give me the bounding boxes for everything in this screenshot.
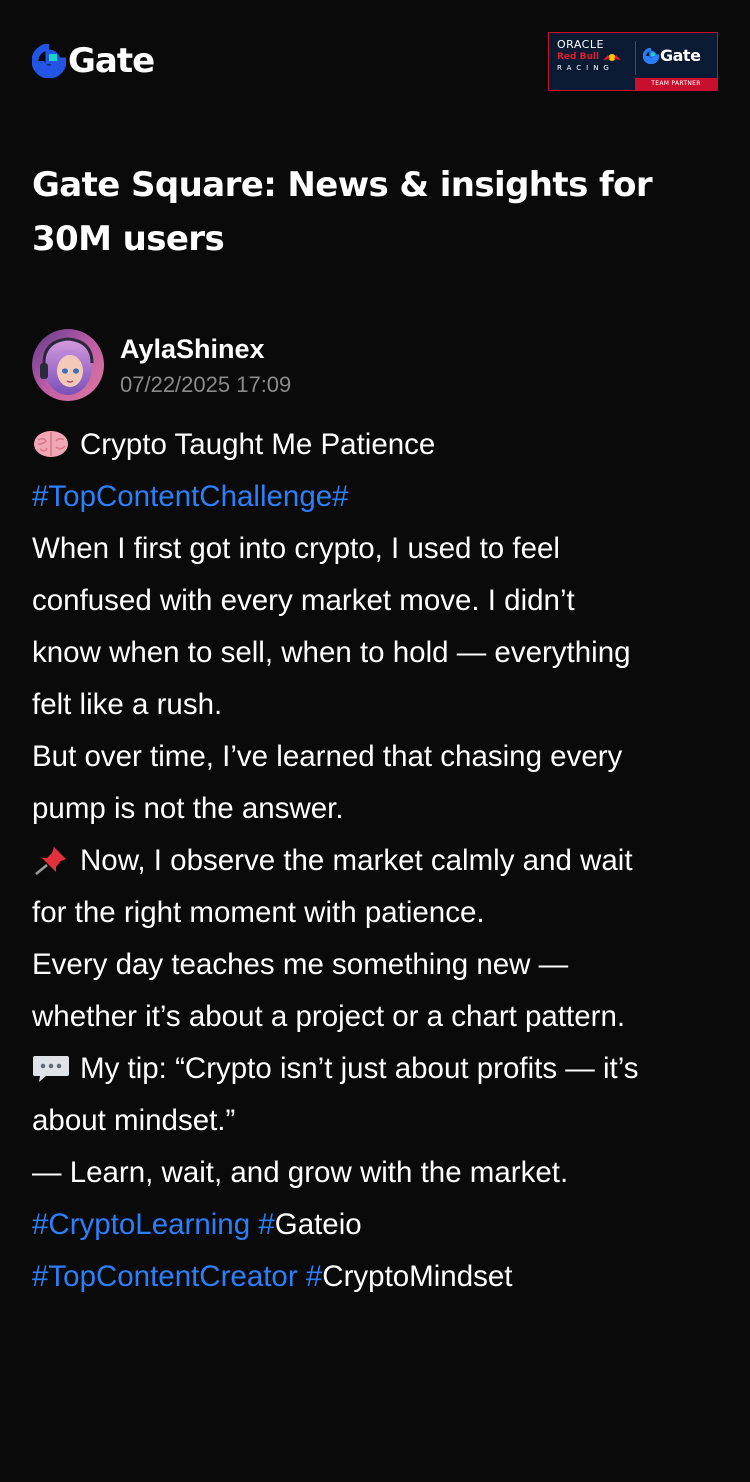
post-author[interactable]: AylaShinex 07/22/2025 17:09 <box>32 328 291 402</box>
speech-balloon-icon <box>32 1053 70 1083</box>
post-line: Every day teaches me something new — <box>32 948 569 981</box>
post-line: for the right moment with patience. <box>32 896 485 929</box>
avatar-image <box>32 329 104 401</box>
author-name[interactable]: AylaShinex <box>120 331 291 367</box>
team-partner-caption: TEAM PARTNER <box>635 78 717 90</box>
post-line: felt like a rush. <box>32 688 223 721</box>
partner-brand: Gate <box>660 46 701 65</box>
post-line: When I first got into crypto, I used to … <box>32 532 560 565</box>
partner-line3: RACING <box>557 64 614 72</box>
bull-icon <box>603 53 622 61</box>
post-line: But over time, I’ve learned that chasing… <box>32 740 623 773</box>
gate-small-icon <box>643 47 659 64</box>
post-line: pump is not the answer. <box>32 792 344 825</box>
post-line: — Learn, wait, and grow with the market. <box>32 1156 569 1189</box>
post-line-text: My tip: “Crypto isn’t just about profits… <box>80 1052 639 1085</box>
page-title: Gate Square: News & insights for 30M use… <box>32 165 653 259</box>
hashtag-cryptolearning[interactable]: #CryptoLearning <box>32 1208 250 1241</box>
hashtag-symbol: # <box>258 1208 275 1241</box>
post-line: about mindset.” <box>32 1104 236 1137</box>
post-line: Now, I observe the market calmly and wai… <box>32 835 722 887</box>
hashtag-word: CryptoMindset <box>322 1260 513 1293</box>
partner-line2: Red Bull <box>557 52 600 62</box>
avatar[interactable] <box>32 329 104 401</box>
partner-line1: ORACLE <box>557 38 604 51</box>
hashtag-row: #CryptoLearning #Gateio <box>32 1199 722 1251</box>
hashtag-gateio[interactable]: #Gateio <box>258 1208 361 1241</box>
post-line-text: Now, I observe the market calmly and wai… <box>80 844 633 877</box>
gate-logo-icon <box>32 44 66 78</box>
partner-line2-wrap: Red Bull <box>557 51 629 63</box>
team-partner-badge[interactable]: ORACLE Red Bull RACING Gate TEAM PARTNER <box>548 32 718 91</box>
post-line: whether it’s about a project or a chart … <box>32 1000 626 1033</box>
pushpin-icon <box>32 845 70 875</box>
post-timestamp: 07/22/2025 17:09 <box>120 371 292 397</box>
post-line: confused with every market move. I didn’… <box>32 584 575 617</box>
gate-logo[interactable]: Gate <box>32 41 155 81</box>
hashtag-topcontentcreator[interactable]: #TopContentCreator <box>32 1260 298 1293</box>
post-body: Crypto Taught Me Patience #TopContentCha… <box>32 419 722 1303</box>
author-info: AylaShinex 07/22/2025 17:09 <box>120 331 291 400</box>
hashtag-row: #TopContentCreator #CryptoMindset <box>32 1251 722 1303</box>
hashtag-cryptomindset[interactable]: #CryptoMindset <box>306 1260 513 1293</box>
logo-text: Gate <box>68 41 155 81</box>
post-line: My tip: “Crypto isn’t just about profits… <box>32 1043 722 1095</box>
partner-gate-logo: Gate <box>643 46 701 65</box>
hashtag-word: Gateio <box>274 1208 362 1241</box>
hashtag-challenge[interactable]: #TopContentChallenge# <box>32 471 722 523</box>
header: Gate ORACLE Red Bull RACING Gate TEAM PA… <box>32 32 718 92</box>
post-heading: Crypto Taught Me Patience <box>80 428 436 461</box>
oracle-redbull-logo: ORACLE Red Bull RACING <box>557 39 629 74</box>
brain-icon <box>32 429 70 459</box>
partner-divider <box>635 41 636 75</box>
hashtag-symbol: # <box>305 1260 323 1293</box>
post-line: know when to sell, when to hold — everyt… <box>32 636 631 669</box>
post-line: Crypto Taught Me Patience <box>32 419 722 471</box>
